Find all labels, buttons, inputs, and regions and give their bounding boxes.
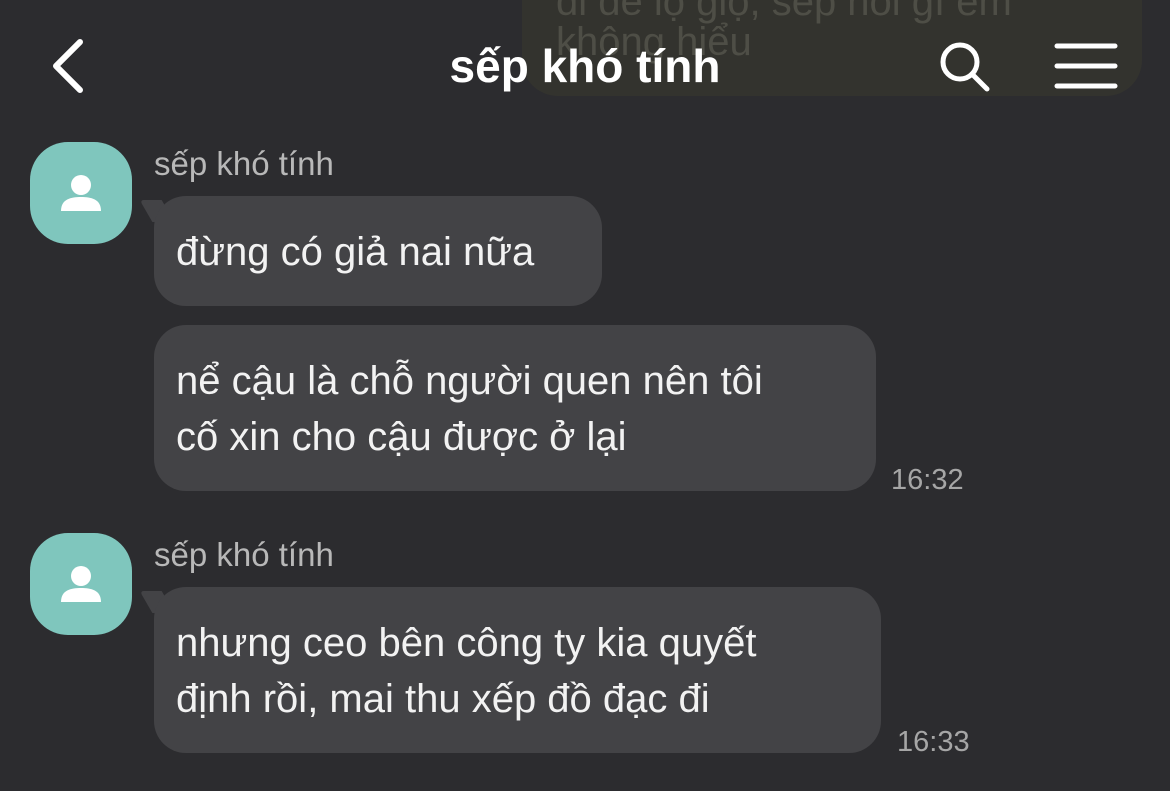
person-icon: [61, 175, 101, 211]
message-text-line: đừng có giả nai nữa: [176, 230, 535, 274]
sender-name: sếp khó tính: [154, 145, 334, 182]
search-button[interactable]: [932, 34, 998, 100]
chat-header: sếp khó tính: [0, 0, 1170, 130]
message-bubble[interactable]: đừng có giả nai nữa: [154, 196, 602, 306]
sender-avatar[interactable]: [30, 533, 132, 635]
message-timestamp: 16:33: [897, 726, 970, 758]
message-text-line: nhưng ceo bên công ty kia quyết: [176, 621, 757, 665]
message-bubble[interactable]: nể cậu là chỗ người quen nên tôi cố xin …: [154, 325, 876, 491]
sender-name: sếp khó tính: [154, 536, 334, 573]
message-timestamp: 16:32: [891, 464, 964, 496]
back-button[interactable]: [36, 30, 100, 102]
message-text-line: định rồi, mai thu xếp đồ đạc đi: [176, 677, 710, 721]
message-text-line: nể cậu là chỗ người quen nên tôi: [176, 359, 763, 403]
sender-avatar[interactable]: [30, 142, 132, 244]
chat-screen: đi để lộ giọ, sếp nói gì em không hiểu s…: [0, 0, 1170, 791]
person-icon: [61, 566, 101, 602]
message-bubble[interactable]: nhưng ceo bên công ty kia quyết định rồi…: [154, 587, 881, 753]
message-text-line: cố xin cho cậu được ở lại: [176, 415, 627, 459]
hamburger-menu-icon: [1054, 43, 1118, 89]
chat-title: sếp khó tính: [449, 40, 721, 92]
search-icon: [940, 42, 990, 92]
menu-button[interactable]: [1050, 36, 1122, 96]
chevron-left-icon: [53, 39, 83, 93]
